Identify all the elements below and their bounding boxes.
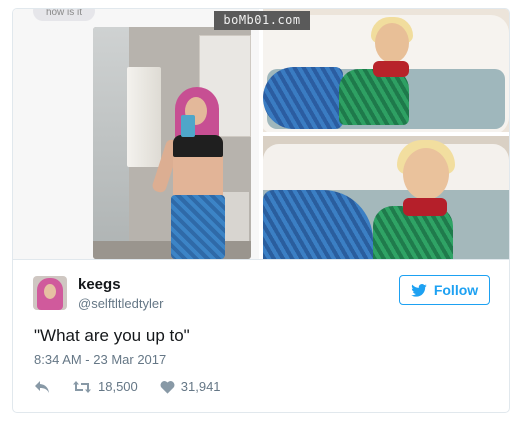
follow-label: Follow — [433, 282, 479, 298]
tweet-timestamp[interactable]: 8:34 AM - 23 Mar 2017 — [34, 352, 166, 367]
reply-button[interactable] — [34, 380, 50, 394]
tweet-card: how is it boMb01.com keegs @selftltledty… — [12, 8, 510, 413]
twitter-bird-icon — [411, 283, 427, 297]
mirror-scene — [93, 27, 251, 259]
avatar[interactable] — [33, 276, 67, 310]
retweet-count: 18,500 — [98, 379, 138, 394]
photo-mirror-selfie[interactable]: how is it — [13, 9, 259, 259]
retweet-icon — [73, 380, 91, 393]
chat-bubble: how is it — [33, 9, 95, 21]
like-button[interactable]: 31,941 — [160, 379, 221, 394]
follow-button[interactable]: Follow — [399, 275, 490, 305]
tweet-actions: 18,500 31,941 — [34, 379, 221, 394]
media-grid: how is it boMb01.com — [13, 9, 509, 260]
like-count: 31,941 — [180, 379, 221, 394]
photo-child-bathtub-bottom[interactable] — [263, 136, 509, 259]
display-name[interactable]: keegs — [78, 276, 121, 293]
site-watermark: boMb01.com — [214, 11, 310, 30]
reply-icon — [35, 380, 49, 393]
tweet-text: "What are you up to" — [34, 326, 190, 345]
retweet-button[interactable]: 18,500 — [72, 379, 138, 394]
heart-icon — [160, 380, 175, 394]
user-handle[interactable]: @selftltledtyler — [78, 296, 163, 311]
